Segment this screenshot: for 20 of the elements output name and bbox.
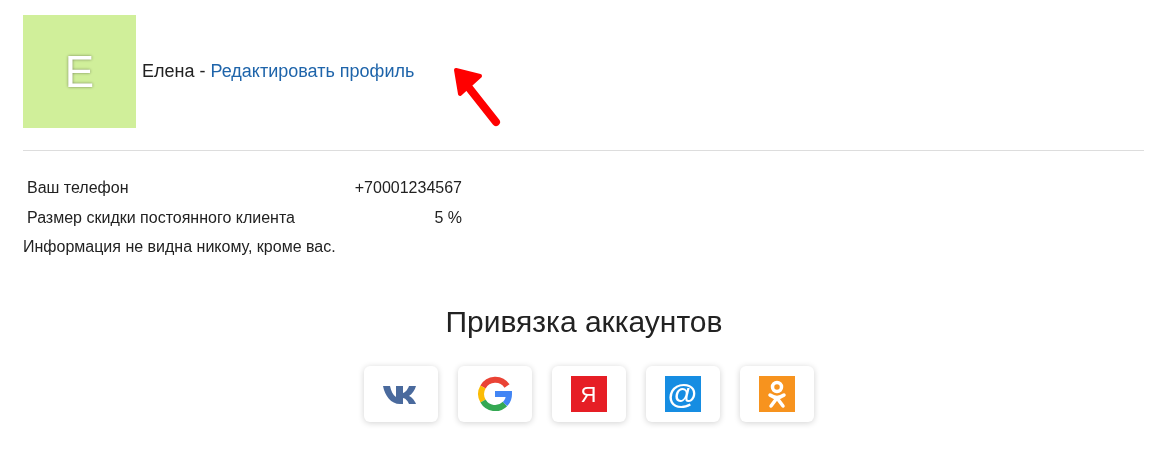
yandex-icon: Я bbox=[570, 376, 607, 412]
avatar-letter: E bbox=[64, 45, 95, 98]
privacy-note: Информация не видна никому, кроме вас. bbox=[23, 237, 337, 257]
info-label: Ваш телефон bbox=[27, 178, 129, 198]
account-link-button[interactable] bbox=[363, 366, 438, 422]
ok-icon bbox=[758, 376, 795, 412]
info-value: 5 % bbox=[434, 208, 462, 228]
account-link-button[interactable] bbox=[739, 366, 814, 422]
account-link-button[interactable]: Я bbox=[551, 366, 626, 422]
name-separator: - bbox=[199, 60, 206, 83]
section-heading: Привязка аккаунтов bbox=[444, 304, 724, 340]
mail-icon: @ bbox=[664, 376, 701, 412]
account-link-button[interactable]: @ bbox=[645, 366, 720, 422]
info-value: +70001234567 bbox=[354, 178, 462, 198]
account-link-button[interactable] bbox=[457, 366, 532, 422]
info-label: Размер скидки постоянного клиента bbox=[27, 208, 295, 228]
pointer-arrow bbox=[454, 68, 500, 126]
edit-profile-link[interactable]: Редактировать профиль bbox=[210, 58, 415, 85]
user-name: Елена bbox=[142, 60, 195, 83]
google-icon bbox=[476, 376, 513, 412]
